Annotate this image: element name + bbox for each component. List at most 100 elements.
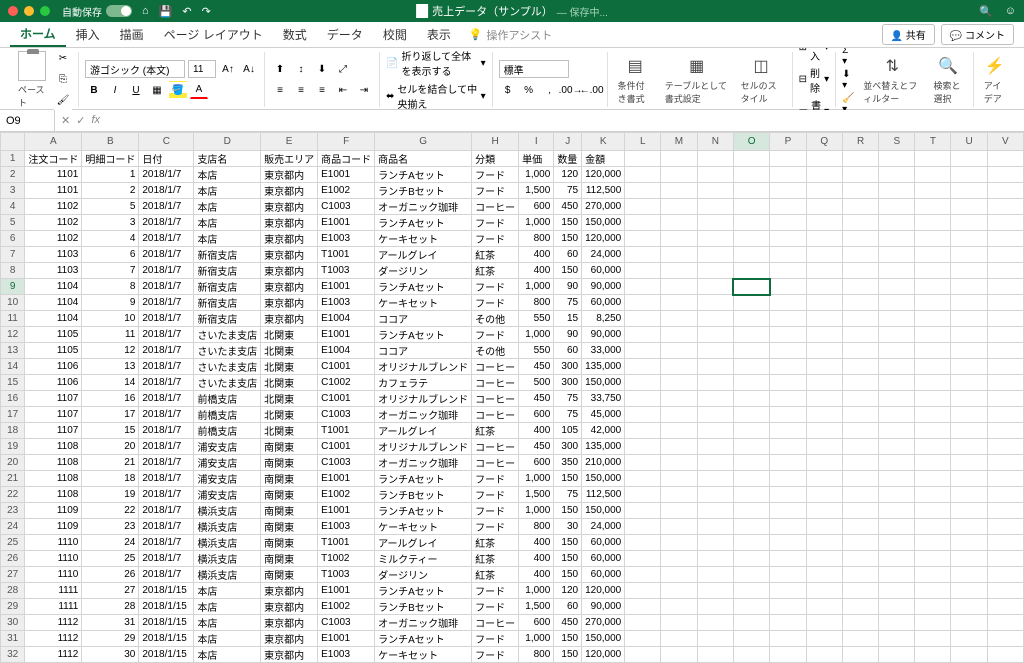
cell-E12[interactable]: 北関東 bbox=[261, 327, 318, 343]
cell-H3[interactable]: フード bbox=[472, 183, 519, 199]
cell-H12[interactable]: フード bbox=[472, 327, 519, 343]
cell-M5[interactable] bbox=[661, 215, 698, 231]
cell-S14[interactable] bbox=[879, 359, 915, 375]
cell-F28[interactable]: E1001 bbox=[318, 583, 375, 599]
cell-V4[interactable] bbox=[987, 199, 1023, 215]
cell-F23[interactable]: E1001 bbox=[318, 503, 375, 519]
row-header-30[interactable]: 30 bbox=[1, 615, 25, 631]
cell-I22[interactable]: 1,500 bbox=[519, 487, 554, 503]
cell-D17[interactable]: 前橋支店 bbox=[194, 407, 261, 423]
row-header-9[interactable]: 9 bbox=[1, 279, 25, 295]
cell-Q31[interactable] bbox=[806, 631, 842, 647]
cell-J25[interactable]: 150 bbox=[554, 535, 582, 551]
cell-N25[interactable] bbox=[697, 535, 733, 551]
cell-M15[interactable] bbox=[661, 375, 698, 391]
cell-H11[interactable]: その他 bbox=[472, 311, 519, 327]
cell-U16[interactable] bbox=[951, 391, 987, 407]
cell-E7[interactable]: 東京都内 bbox=[261, 247, 318, 263]
cell-O18[interactable] bbox=[733, 423, 769, 439]
cell-R27[interactable] bbox=[842, 567, 878, 583]
cell-S30[interactable] bbox=[879, 615, 915, 631]
cell-K1[interactable]: 金額 bbox=[582, 151, 625, 167]
align-bottom-icon[interactable]: ⬇ bbox=[313, 60, 331, 78]
decrease-decimal-icon[interactable]: ←.00 bbox=[583, 81, 601, 99]
cell-B10[interactable]: 9 bbox=[82, 295, 139, 311]
row-header-22[interactable]: 22 bbox=[1, 487, 25, 503]
cell-T16[interactable] bbox=[915, 391, 951, 407]
cell-S13[interactable] bbox=[879, 343, 915, 359]
cell-O13[interactable] bbox=[733, 343, 769, 359]
cell-H31[interactable]: フード bbox=[472, 631, 519, 647]
cell-E14[interactable]: 北関東 bbox=[261, 359, 318, 375]
cell-P15[interactable] bbox=[770, 375, 806, 391]
cell-I10[interactable]: 800 bbox=[519, 295, 554, 311]
cell-A1[interactable]: 注文コード bbox=[25, 151, 82, 167]
cell-I4[interactable]: 600 bbox=[519, 199, 554, 215]
cell-S18[interactable] bbox=[879, 423, 915, 439]
cell-B29[interactable]: 28 bbox=[82, 599, 139, 615]
cell-D13[interactable]: さいたま支店 bbox=[194, 343, 261, 359]
align-right-icon[interactable]: ≡ bbox=[313, 81, 331, 99]
cell-N20[interactable] bbox=[697, 455, 733, 471]
cell-J27[interactable]: 150 bbox=[554, 567, 582, 583]
cell-R3[interactable] bbox=[842, 183, 878, 199]
col-header-H[interactable]: H bbox=[472, 133, 519, 151]
cell-T17[interactable] bbox=[915, 407, 951, 423]
cell-D23[interactable]: 横浜支店 bbox=[194, 503, 261, 519]
copy-icon[interactable]: ⎘ bbox=[54, 71, 72, 89]
cell-V20[interactable] bbox=[987, 455, 1023, 471]
row-header-32[interactable]: 32 bbox=[1, 647, 25, 663]
cell-O8[interactable] bbox=[733, 263, 769, 279]
cell-T15[interactable] bbox=[915, 375, 951, 391]
cell-K31[interactable]: 150,000 bbox=[582, 631, 625, 647]
cell-D32[interactable]: 本店 bbox=[194, 647, 261, 663]
cell-A20[interactable]: 1108 bbox=[25, 455, 82, 471]
cell-T23[interactable] bbox=[915, 503, 951, 519]
cell-J23[interactable]: 150 bbox=[554, 503, 582, 519]
cell-O24[interactable] bbox=[733, 519, 769, 535]
cell-K12[interactable]: 90,000 bbox=[582, 327, 625, 343]
cell-C26[interactable]: 2018/1/7 bbox=[139, 551, 194, 567]
cell-G7[interactable]: アールグレイ bbox=[375, 247, 472, 263]
cell-N12[interactable] bbox=[697, 327, 733, 343]
orientation-icon[interactable]: ⤢ bbox=[334, 60, 352, 78]
cell-A27[interactable]: 1110 bbox=[25, 567, 82, 583]
cell-G3[interactable]: ランチBセット bbox=[375, 183, 472, 199]
cell-B30[interactable]: 31 bbox=[82, 615, 139, 631]
decrease-font-icon[interactable]: A↓ bbox=[240, 60, 258, 78]
cell-U7[interactable] bbox=[951, 247, 987, 263]
cell-K4[interactable]: 270,000 bbox=[582, 199, 625, 215]
cell-G5[interactable]: ランチAセット bbox=[375, 215, 472, 231]
cell-G12[interactable]: ランチAセット bbox=[375, 327, 472, 343]
cell-C13[interactable]: 2018/1/7 bbox=[139, 343, 194, 359]
cell-M2[interactable] bbox=[661, 167, 698, 183]
col-header-U[interactable]: U bbox=[951, 133, 987, 151]
cell-C20[interactable]: 2018/1/7 bbox=[139, 455, 194, 471]
cell-N27[interactable] bbox=[697, 567, 733, 583]
cell-L19[interactable] bbox=[625, 439, 661, 455]
cell-L28[interactable] bbox=[625, 583, 661, 599]
cell-A26[interactable]: 1110 bbox=[25, 551, 82, 567]
cell-I25[interactable]: 400 bbox=[519, 535, 554, 551]
cell-F9[interactable]: E1001 bbox=[318, 279, 375, 295]
col-header-C[interactable]: C bbox=[139, 133, 194, 151]
cell-L12[interactable] bbox=[625, 327, 661, 343]
cell-O28[interactable] bbox=[733, 583, 769, 599]
cell-M11[interactable] bbox=[661, 311, 698, 327]
cell-K21[interactable]: 150,000 bbox=[582, 471, 625, 487]
cell-Q4[interactable] bbox=[806, 199, 842, 215]
cell-I1[interactable]: 単価 bbox=[519, 151, 554, 167]
cell-J7[interactable]: 60 bbox=[554, 247, 582, 263]
cell-M14[interactable] bbox=[661, 359, 698, 375]
delete-cells-button[interactable]: ⊟ 削除 ▾ bbox=[799, 65, 829, 95]
cell-A14[interactable]: 1106 bbox=[25, 359, 82, 375]
cell-E2[interactable]: 東京都内 bbox=[261, 167, 318, 183]
cell-B13[interactable]: 12 bbox=[82, 343, 139, 359]
cell-A23[interactable]: 1109 bbox=[25, 503, 82, 519]
cell-O23[interactable] bbox=[733, 503, 769, 519]
cell-R15[interactable] bbox=[842, 375, 878, 391]
cell-H22[interactable]: フード bbox=[472, 487, 519, 503]
cell-I23[interactable]: 1,000 bbox=[519, 503, 554, 519]
tab-数式[interactable]: 数式 bbox=[273, 22, 317, 47]
cell-T3[interactable] bbox=[915, 183, 951, 199]
